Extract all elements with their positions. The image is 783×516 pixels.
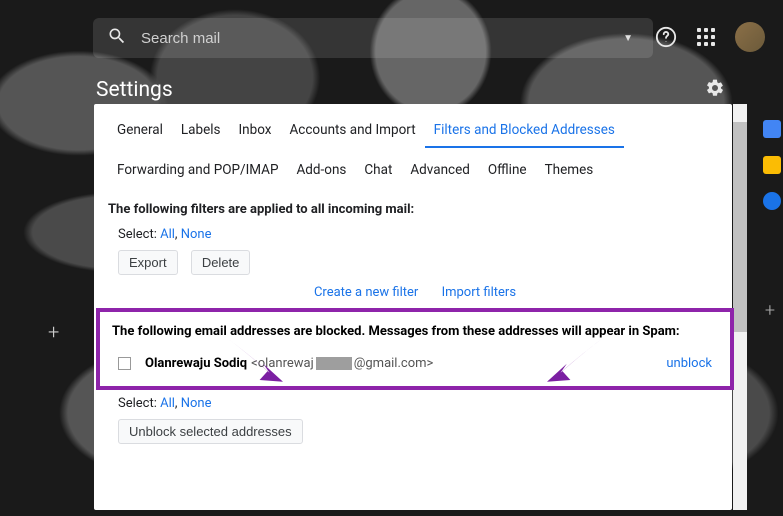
- export-button[interactable]: Export: [118, 250, 178, 275]
- filters-select-none[interactable]: None: [181, 227, 212, 242]
- settings-panel: General Labels Inbox Accounts and Import…: [94, 104, 732, 510]
- tab-advanced[interactable]: Advanced: [401, 158, 479, 186]
- side-panel: [763, 120, 781, 210]
- blocked-address-row: Olanrewaju Sodiq <olanrewaj @gmail.com> …: [112, 353, 718, 374]
- side-panel-add-icon[interactable]: +: [765, 300, 775, 321]
- select-label: Select:: [118, 227, 157, 242]
- filters-section-title: The following filters are applied to all…: [108, 202, 722, 217]
- tab-filters-blocked[interactable]: Filters and Blocked Addresses: [425, 118, 624, 148]
- keep-app-icon[interactable]: [763, 156, 781, 174]
- unblock-link[interactable]: unblock: [666, 356, 712, 371]
- blocked-select-row: Select: All, None: [118, 396, 722, 411]
- delete-button[interactable]: Delete: [191, 250, 251, 275]
- tab-forwarding[interactable]: Forwarding and POP/IMAP: [108, 158, 287, 186]
- apps-icon[interactable]: [695, 26, 717, 48]
- blocked-contact-email: <olanrewaj @gmail.com>: [251, 356, 433, 371]
- settings-tabs-row2: Forwarding and POP/IMAP Add-ons Chat Adv…: [108, 158, 722, 186]
- search-options-dropdown-icon[interactable]: ▼: [617, 33, 639, 44]
- search-input[interactable]: [141, 30, 617, 47]
- filter-action-links: Create a new filter Import filters: [108, 285, 722, 300]
- tab-inbox[interactable]: Inbox: [230, 118, 281, 148]
- filters-section: The following filters are applied to all…: [108, 202, 722, 300]
- search-bar[interactable]: ▼: [93, 18, 653, 58]
- filters-select-all[interactable]: All: [160, 227, 175, 242]
- search-icon: [107, 26, 127, 50]
- tab-labels[interactable]: Labels: [172, 118, 230, 148]
- blocked-row-checkbox[interactable]: [118, 357, 131, 370]
- blocked-addresses-box: The following email addresses are blocke…: [96, 308, 734, 390]
- compose-plus-icon[interactable]: +: [48, 320, 59, 344]
- filters-select-row: Select: All, None: [118, 227, 722, 242]
- unblock-selected-button[interactable]: Unblock selected addresses: [118, 419, 303, 444]
- tab-themes[interactable]: Themes: [536, 158, 603, 186]
- scroll-thumb[interactable]: [733, 122, 747, 332]
- tab-chat[interactable]: Chat: [355, 158, 401, 186]
- redacted-segment: [316, 357, 352, 370]
- page-title: Settings: [96, 78, 173, 102]
- blocked-select-none[interactable]: None: [181, 396, 212, 411]
- import-filters-link[interactable]: Import filters: [442, 285, 516, 300]
- settings-tabs-row1: General Labels Inbox Accounts and Import…: [108, 118, 722, 148]
- avatar[interactable]: [735, 22, 765, 52]
- scrollbar[interactable]: [733, 104, 747, 510]
- select-label: Select:: [118, 396, 157, 411]
- top-right-icons: [655, 22, 765, 52]
- tasks-app-icon[interactable]: [763, 192, 781, 210]
- tab-general[interactable]: General: [108, 118, 172, 148]
- calendar-app-icon[interactable]: [763, 120, 781, 138]
- blocked-section-title: The following email addresses are blocke…: [112, 320, 718, 345]
- create-filter-link[interactable]: Create a new filter: [314, 285, 418, 300]
- blocked-select-all[interactable]: All: [160, 396, 175, 411]
- help-icon[interactable]: [655, 26, 677, 48]
- gear-icon[interactable]: [705, 78, 725, 102]
- tab-accounts-import[interactable]: Accounts and Import: [280, 118, 424, 148]
- blocked-contact-name: Olanrewaju Sodiq: [145, 356, 247, 371]
- tab-addons[interactable]: Add-ons: [287, 158, 355, 186]
- tab-offline[interactable]: Offline: [479, 158, 536, 186]
